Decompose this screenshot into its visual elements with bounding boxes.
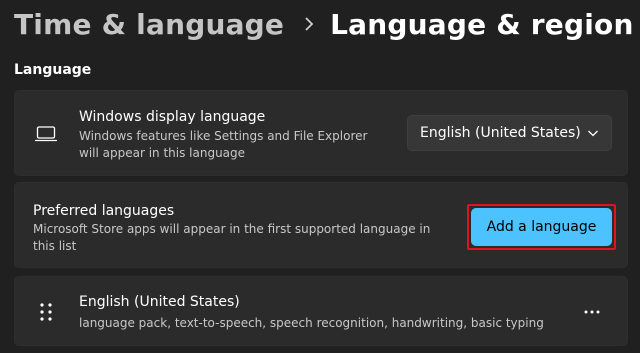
display-language-card: Windows display language Windows feature… — [14, 90, 628, 176]
chevron-right-icon — [304, 17, 314, 31]
display-language-title: Windows display language — [79, 109, 266, 125]
breadcrumb: Time & language Language & region — [14, 2, 634, 46]
more-options-icon[interactable] — [577, 297, 607, 327]
chevron-down-icon — [587, 127, 599, 139]
language-name: English (United States) — [79, 294, 240, 310]
display-language-selected: English (United States) — [420, 125, 581, 141]
breadcrumb-parent[interactable]: Time & language — [14, 8, 284, 41]
monitor-icon — [34, 125, 58, 143]
section-heading: Language — [14, 62, 92, 78]
language-features: language pack, text-to-speech, speech re… — [79, 316, 544, 330]
preferred-languages-title: Preferred languages — [33, 203, 175, 219]
language-list-item[interactable]: English (United States) language pack, t… — [14, 276, 628, 346]
preferred-languages-card: Preferred languages Microsoft Store apps… — [14, 182, 628, 268]
settings-page: Time & language Language & region Langua… — [0, 0, 640, 353]
display-language-description: Windows features like Settings and File … — [79, 129, 368, 160]
page-title: Language & region — [330, 7, 634, 41]
display-language-dropdown[interactable]: English (United States) — [407, 115, 612, 151]
add-language-button[interactable]: Add a language — [471, 208, 612, 246]
drag-handle-icon[interactable] — [39, 302, 53, 322]
preferred-languages-description: Microsoft Store apps will appear in the … — [33, 222, 431, 253]
